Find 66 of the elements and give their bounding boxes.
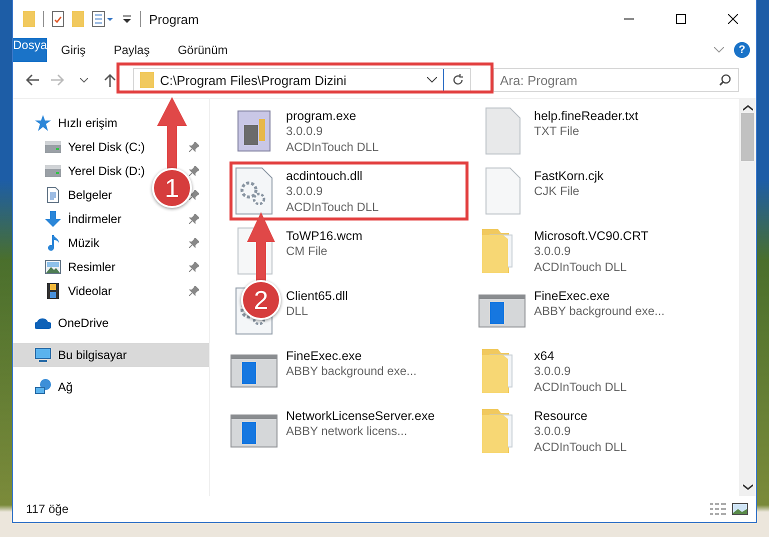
sidebar-item[interactable]: OneDrive (13, 311, 209, 335)
file-item[interactable]: FineExec.exe ABBY background exe... (478, 287, 726, 347)
folder-icon (140, 72, 154, 88)
pin-icon[interactable] (189, 190, 199, 200)
sidebar-item[interactable]: İndirmeler (13, 207, 209, 231)
pin-icon[interactable] (189, 286, 199, 296)
minimize-icon[interactable] (624, 18, 634, 20)
image-icon (45, 259, 61, 275)
file-item[interactable]: FastKorn.cjk CJK File (478, 167, 726, 227)
network-icon (35, 379, 51, 395)
scrollbar-track[interactable] (739, 99, 756, 496)
up-arrow-icon[interactable] (104, 73, 116, 87)
drive-icon (45, 139, 61, 155)
file-item[interactable]: x64 3.0.0.9 ACDInTouch DLL (478, 347, 726, 407)
sidebar-item[interactable]: Videolar (13, 279, 209, 303)
drive-icon (45, 163, 61, 179)
file-item[interactable]: program.exe 3.0.0.9 ACDInTouch DLL (230, 107, 478, 167)
file-item[interactable]: Resource 3.0.0.9 ACDInTouch DLL (478, 407, 726, 467)
chevron-down-icon[interactable] (80, 78, 88, 82)
pin-icon[interactable] (189, 166, 199, 176)
back-arrow-icon[interactable] (25, 74, 39, 86)
sidebar-item[interactable]: Müzik (13, 231, 209, 255)
help-button[interactable]: ? (734, 42, 750, 58)
sidebar-item[interactable]: Yerel Disk (C:) (13, 135, 209, 159)
ribbon-tab[interactable]: Görünüm (164, 38, 242, 62)
properties-icon[interactable] (52, 11, 64, 27)
scroll-thumb[interactable] (741, 113, 754, 161)
scroll-up-icon[interactable] (742, 105, 752, 111)
file-menu-button[interactable]: Dosya (13, 38, 48, 62)
monitor-icon (35, 347, 51, 363)
sidebar-item[interactable]: Bu bilgisayar (13, 343, 209, 367)
document-icon (45, 187, 61, 203)
details-view-icon[interactable] (710, 503, 726, 515)
pin-icon[interactable] (189, 142, 199, 152)
file-item[interactable]: NetworkLicenseServer.exe ABBY network licens... (230, 407, 478, 467)
refresh-icon[interactable] (452, 74, 464, 86)
file-item[interactable]: acdintouch.dll 3.0.0.9 ACDInTouch DLL (230, 167, 478, 227)
search-icon[interactable] (719, 74, 731, 86)
view-options-icon[interactable] (92, 11, 114, 27)
file-item[interactable]: Microsoft.VC90.CRT 3.0.0.9 ACDInTouch DLL (478, 227, 726, 287)
scroll-down-icon[interactable] (742, 484, 752, 490)
ribbon-tab[interactable]: Giriş (47, 38, 100, 62)
address-path: C:\Program Files\Program Dizini (160, 72, 348, 88)
item-count: 117 öğe (26, 502, 70, 516)
down-arrow-icon (45, 211, 61, 227)
film-icon (45, 283, 61, 299)
file-item[interactable]: help.fineReader.txt TXT File (478, 107, 726, 167)
customize-icon[interactable] (122, 14, 132, 24)
address-bar[interactable]: C:\Program Files\Program Dizini (133, 68, 471, 92)
pin-icon[interactable] (189, 262, 199, 272)
sidebar-item[interactable]: Ağ (13, 375, 209, 399)
star-icon (35, 115, 51, 131)
window-title: Program (149, 12, 200, 26)
close-icon[interactable] (728, 14, 738, 24)
music-note-icon (45, 235, 61, 251)
dropdown-icon[interactable] (427, 77, 437, 83)
file-item[interactable]: FineExec.exe ABBY background exe... (230, 347, 478, 407)
sidebar-item[interactable]: Hızlı erişim (13, 111, 209, 135)
pin-icon[interactable] (189, 238, 199, 248)
maximize-icon[interactable] (676, 14, 686, 24)
expand-ribbon-icon[interactable] (714, 47, 724, 53)
large-icons-view-icon[interactable] (732, 503, 748, 515)
sidebar-item[interactable]: Resimler (13, 255, 209, 279)
search-field[interactable]: Ara: Program (493, 68, 739, 92)
ribbon-tab[interactable]: Paylaş (100, 38, 164, 62)
pin-icon[interactable] (189, 214, 199, 224)
